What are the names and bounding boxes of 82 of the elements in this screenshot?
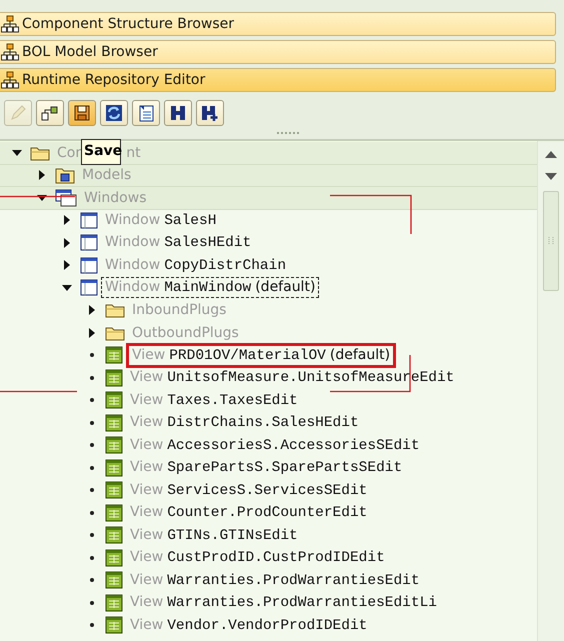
caret-right-icon[interactable] <box>89 328 95 338</box>
bullet-icon <box>90 578 94 582</box>
tree-node-label[interactable]: View Warranties.ProdWarrantiesEdit <box>126 570 424 591</box>
hierarchy-button[interactable] <box>36 100 64 126</box>
folder-icon <box>105 324 125 341</box>
caret-right-icon[interactable] <box>64 215 70 226</box>
find-button[interactable] <box>164 100 192 126</box>
bullet-icon <box>90 488 94 492</box>
browser-bar[interactable]: BOL Model Browser <box>0 40 556 64</box>
caret-down-icon[interactable] <box>37 194 47 201</box>
tree-node-label[interactable]: View PRD01OV/MaterialOV (default) <box>126 342 396 368</box>
tree-node-label[interactable]: View AccessoriesS.AccessoriesSEdit <box>126 434 424 456</box>
grid-icon <box>105 346 123 364</box>
tree-node-label[interactable]: View GTINs.GTINsEdit <box>126 524 302 546</box>
caret-right-icon[interactable] <box>64 238 70 248</box>
folder-icon <box>55 166 75 184</box>
grid-icon <box>105 391 123 410</box>
bullet-icon <box>90 510 94 515</box>
browser-title: Runtime Repository Editor <box>22 72 206 88</box>
tree-node-label[interactable]: View Vendor.VendorProdIDEdit <box>126 614 372 636</box>
tree-node-label[interactable]: View Taxes.TaxesEdit <box>126 390 302 411</box>
browser-bar[interactable]: Component Structure Browser <box>0 12 556 36</box>
tree-node-label[interactable]: View CustProdID.CustProdIDEdit <box>126 547 389 568</box>
hierarchy-icon <box>1 15 19 33</box>
window-icon <box>80 279 98 296</box>
scrollbar-thumb[interactable] <box>543 191 559 291</box>
refresh-button[interactable] <box>100 100 128 126</box>
refresh-icon <box>105 104 123 122</box>
grid-icon <box>105 616 123 634</box>
grid-icon <box>105 526 123 544</box>
caret-down-icon[interactable] <box>62 284 72 291</box>
grid-icon <box>105 504 123 522</box>
binoculars-plus-icon <box>201 104 219 122</box>
hierarchy-icon <box>1 71 19 89</box>
bullet-icon <box>90 600 94 605</box>
tree-node-label[interactable]: Window MainWindow (default) <box>101 277 320 298</box>
browser-title: BOL Model Browser <box>22 44 158 60</box>
grid-icon <box>105 571 123 590</box>
bullet-icon <box>90 398 94 402</box>
grid-icon <box>105 414 123 432</box>
document-button[interactable] <box>132 100 160 126</box>
browser-title: Component Structure Browser <box>22 16 234 32</box>
tree-node-label[interactable]: View Warranties.ProdWarrantiesEditLi <box>126 592 441 614</box>
caret-right-icon[interactable] <box>64 260 70 270</box>
grid-icon <box>105 458 123 477</box>
browser-bar[interactable]: Runtime Repository Editor <box>0 68 556 92</box>
grid-icon <box>105 594 123 612</box>
bullet-icon <box>90 466 94 470</box>
grid-icon <box>105 368 123 387</box>
pencil-icon <box>9 104 27 122</box>
bullet-icon <box>90 376 94 380</box>
tree-node-label[interactable]: Window CopyDistrChain <box>101 254 290 276</box>
folder-icon <box>105 302 125 318</box>
bullet-icon <box>90 353 94 358</box>
tree-node-label[interactable]: View SparePartsS.SparePartsSEdit <box>126 457 406 478</box>
tree-node-label[interactable]: View DistrChains.SalesHEdit <box>126 412 363 434</box>
caret-down-icon[interactable] <box>12 150 22 156</box>
bullet-icon <box>90 556 94 560</box>
binoculars-icon <box>169 104 187 122</box>
tree-node-label[interactable]: View ServicesS.ServicesSEdit <box>126 480 372 501</box>
tree-node-label[interactable]: Window SalesH <box>101 210 220 231</box>
bullet-icon <box>90 533 94 538</box>
document-icon <box>137 104 155 122</box>
hierarchy-icon <box>41 104 59 122</box>
window-icon <box>80 212 98 229</box>
tree-node-label[interactable]: Window SalesHEdit <box>101 232 256 254</box>
bullet-icon <box>90 623 94 628</box>
window-icon <box>80 234 98 252</box>
save-button[interactable] <box>68 100 96 126</box>
grid-icon <box>105 436 123 454</box>
hierarchy-icon <box>1 43 19 61</box>
folder-icon <box>30 144 50 161</box>
bullet-icon <box>90 443 94 448</box>
grid-icon <box>105 548 123 567</box>
tree-node-label[interactable]: View Counter.ProdCounterEdit <box>126 502 372 524</box>
find-next-button[interactable] <box>196 100 224 126</box>
caret-right-icon[interactable] <box>39 170 45 180</box>
bullet-icon <box>90 420 94 425</box>
window-icon <box>80 256 98 274</box>
caret-right-icon[interactable] <box>89 305 95 316</box>
grid-icon <box>105 481 123 500</box>
windows-icon <box>55 188 77 207</box>
